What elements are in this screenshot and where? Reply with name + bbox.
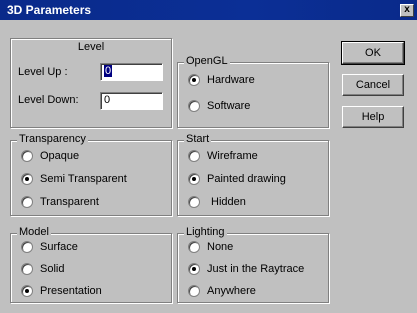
radio-button-icon — [21, 173, 33, 185]
radio-label: Surface — [40, 241, 78, 253]
level-heading: Level — [77, 41, 105, 53]
radio-label: Hidden — [211, 196, 246, 208]
lighting-raytrace-radio[interactable]: Just in the Raytrace — [188, 263, 304, 275]
transparency-group: Transparency Opaque Semi Transparent Tra… — [10, 133, 172, 216]
model-solid-radio[interactable]: Solid — [21, 263, 64, 275]
opengl-hardware-radio[interactable]: Hardware — [188, 74, 255, 86]
model-group: Model Surface Solid Presentation — [10, 226, 172, 303]
radio-label: Painted drawing — [207, 173, 286, 185]
radio-button-icon — [188, 263, 200, 275]
radio-button-icon — [188, 150, 200, 162]
radio-label: None — [207, 241, 234, 253]
level-down-value: 0 — [104, 94, 111, 106]
radio-button-icon — [188, 74, 200, 86]
transparency-label: Transparency — [17, 133, 88, 145]
radio-button-icon — [21, 263, 33, 275]
window-title: 3D Parameters — [7, 3, 92, 17]
lighting-none-radio[interactable]: None — [188, 241, 233, 253]
cancel-button[interactable]: Cancel — [342, 74, 404, 96]
ok-button[interactable]: OK — [341, 41, 405, 65]
close-icon: x — [404, 4, 410, 15]
lighting-group: Lighting None Just in the Raytrace Anywh… — [177, 226, 329, 303]
radio-button-icon — [188, 100, 200, 112]
radio-label: Opaque — [40, 150, 80, 162]
transparency-semi-radio[interactable]: Semi Transparent — [21, 173, 127, 185]
radio-button-icon — [21, 241, 33, 253]
model-presentation-radio[interactable]: Presentation — [21, 285, 102, 297]
help-button[interactable]: Help — [342, 106, 404, 128]
transparency-transparent-radio[interactable]: Transparent — [21, 196, 99, 208]
radio-button-icon — [188, 196, 200, 208]
start-painted-radio[interactable]: Painted drawing — [188, 173, 286, 185]
lighting-label: Lighting — [184, 226, 227, 238]
model-label: Model — [17, 226, 51, 238]
level-down-label: Level Down: — [18, 94, 79, 106]
radio-label: Anywhere — [207, 285, 256, 297]
radio-button-icon — [188, 173, 200, 185]
start-hidden-radio[interactable]: Hidden — [188, 196, 246, 208]
radio-label: Wireframe — [207, 150, 258, 162]
radio-button-icon — [188, 241, 200, 253]
radio-label: Software — [207, 100, 251, 112]
radio-label: Semi Transparent — [40, 173, 127, 185]
level-up-value: 0 — [104, 65, 113, 77]
radio-label: Presentation — [40, 285, 102, 297]
level-up-input[interactable]: 0 — [100, 63, 163, 81]
level-up-label: Level Up : — [18, 66, 68, 78]
start-label: Start — [184, 133, 212, 145]
opengl-software-radio[interactable]: Software — [188, 100, 250, 112]
level-down-input[interactable]: 0 — [100, 92, 163, 110]
title-bar[interactable]: 3D Parameters x — [0, 0, 417, 20]
radio-button-icon — [188, 285, 200, 297]
radio-button-icon — [21, 196, 33, 208]
level-group: Level Level Up : 0 Level Down: 0 — [10, 38, 172, 128]
opengl-label: OpenGL — [184, 55, 230, 67]
radio-label: Just in the Raytrace — [207, 263, 305, 275]
radio-label: Transparent — [40, 196, 99, 208]
radio-label: Solid — [40, 263, 65, 275]
radio-button-icon — [21, 150, 33, 162]
close-button[interactable]: x — [400, 4, 414, 17]
transparency-opaque-radio[interactable]: Opaque — [21, 150, 79, 162]
model-surface-radio[interactable]: Surface — [21, 241, 78, 253]
radio-button-icon — [21, 285, 33, 297]
lighting-anywhere-radio[interactable]: Anywhere — [188, 285, 256, 297]
opengl-group: OpenGL Hardware Software — [177, 55, 329, 128]
start-wireframe-radio[interactable]: Wireframe — [188, 150, 258, 162]
dialog-window: 3D Parameters x Level Level Up : 0 Level… — [0, 0, 417, 313]
radio-label: Hardware — [207, 74, 255, 86]
start-group: Start Wireframe Painted drawing Hidden — [177, 133, 329, 216]
